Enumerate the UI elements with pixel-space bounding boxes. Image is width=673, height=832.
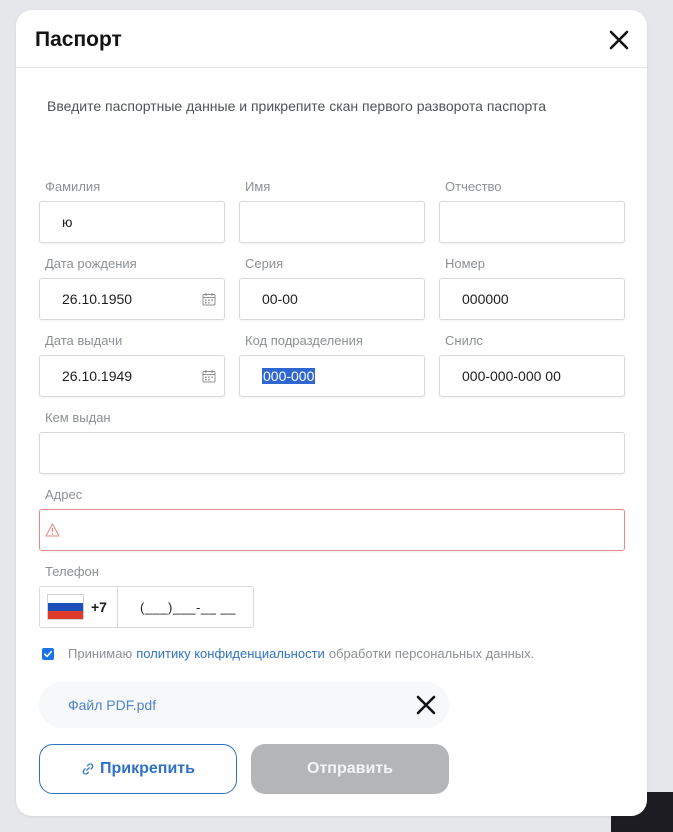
instruction-text: Введите паспортные данные и прикрепите с… xyxy=(47,98,547,114)
send-button[interactable]: Отправить xyxy=(251,744,449,794)
address-label: Адрес xyxy=(45,487,83,502)
patronymic-field[interactable] xyxy=(439,201,625,243)
country-code: +7 xyxy=(91,599,107,615)
send-button-label: Отправить xyxy=(307,760,393,777)
address-field[interactable] xyxy=(39,509,625,551)
consent-row: Принимаю политику конфиденциальности обр… xyxy=(42,646,534,661)
consent-text-after: обработки персональных данных. xyxy=(328,646,535,661)
issued-by-field[interactable] xyxy=(39,432,625,474)
issue-date-label: Дата выдачи xyxy=(45,333,123,348)
name-field[interactable] xyxy=(239,201,425,243)
close-icon[interactable] xyxy=(607,28,631,52)
consent-checkbox[interactable] xyxy=(42,647,54,660)
snils-field[interactable]: 000-000-000 00 xyxy=(439,355,625,397)
issued-by-label: Кем выдан xyxy=(45,410,111,425)
link-icon xyxy=(82,763,94,775)
name-label: Имя xyxy=(245,179,271,194)
number-value: 000000 xyxy=(462,291,509,307)
phone-mask: (___)___-__ __ xyxy=(140,599,236,615)
division-code-field[interactable]: 000-000 xyxy=(239,355,425,397)
surname-field[interactable]: ю xyxy=(39,201,225,243)
series-value: 00-00 xyxy=(262,291,298,307)
phone-label: Телефон xyxy=(45,564,99,579)
division-code-label: Код подразделения xyxy=(245,333,363,348)
privacy-policy-link[interactable]: политику конфиденциальности xyxy=(136,646,325,661)
phone-number-input[interactable]: (___)___-__ __ xyxy=(118,587,253,627)
snils-value: 000-000-000 00 xyxy=(462,368,561,384)
modal-title: Паспорт xyxy=(35,28,122,51)
checkmark-icon xyxy=(44,650,53,657)
attached-file: Файл PDF.pdf xyxy=(39,682,449,728)
birth-date-label: Дата рождения xyxy=(45,256,137,271)
remove-file-icon[interactable] xyxy=(415,694,437,716)
country-code-selector[interactable]: +7 xyxy=(40,587,118,627)
snils-label: Снилс xyxy=(445,333,483,348)
number-field[interactable]: 000000 xyxy=(439,278,625,320)
issue-date-value: 26.10.1949 xyxy=(62,368,133,384)
attach-button[interactable]: Прикрепить xyxy=(39,744,237,794)
patronymic-label: Отчество xyxy=(445,179,502,194)
surname-value: ю xyxy=(62,214,73,230)
phone-field: +7 (___)___-__ __ xyxy=(39,586,254,628)
modal-header: Паспорт xyxy=(16,10,647,68)
division-code-value: 000-000 xyxy=(262,368,316,384)
surname-label: Фамилия xyxy=(45,179,101,194)
calendar-icon[interactable] xyxy=(202,292,216,306)
issue-date-field[interactable]: 26.10.1949 xyxy=(39,355,225,397)
file-name[interactable]: Файл PDF.pdf xyxy=(68,697,156,713)
calendar-icon[interactable] xyxy=(202,369,216,383)
attach-button-label: Прикрепить xyxy=(100,760,195,777)
birth-date-value: 26.10.1950 xyxy=(62,291,133,307)
series-label: Серия xyxy=(245,256,284,271)
number-label: Номер xyxy=(445,256,486,271)
russia-flag-icon xyxy=(47,594,84,620)
series-field[interactable]: 00-00 xyxy=(239,278,425,320)
passport-modal: Паспорт Введите паспортные данные и прик… xyxy=(16,10,647,816)
warning-icon xyxy=(45,523,60,537)
birth-date-field[interactable]: 26.10.1950 xyxy=(39,278,225,320)
consent-text-before: Принимаю xyxy=(68,646,133,661)
